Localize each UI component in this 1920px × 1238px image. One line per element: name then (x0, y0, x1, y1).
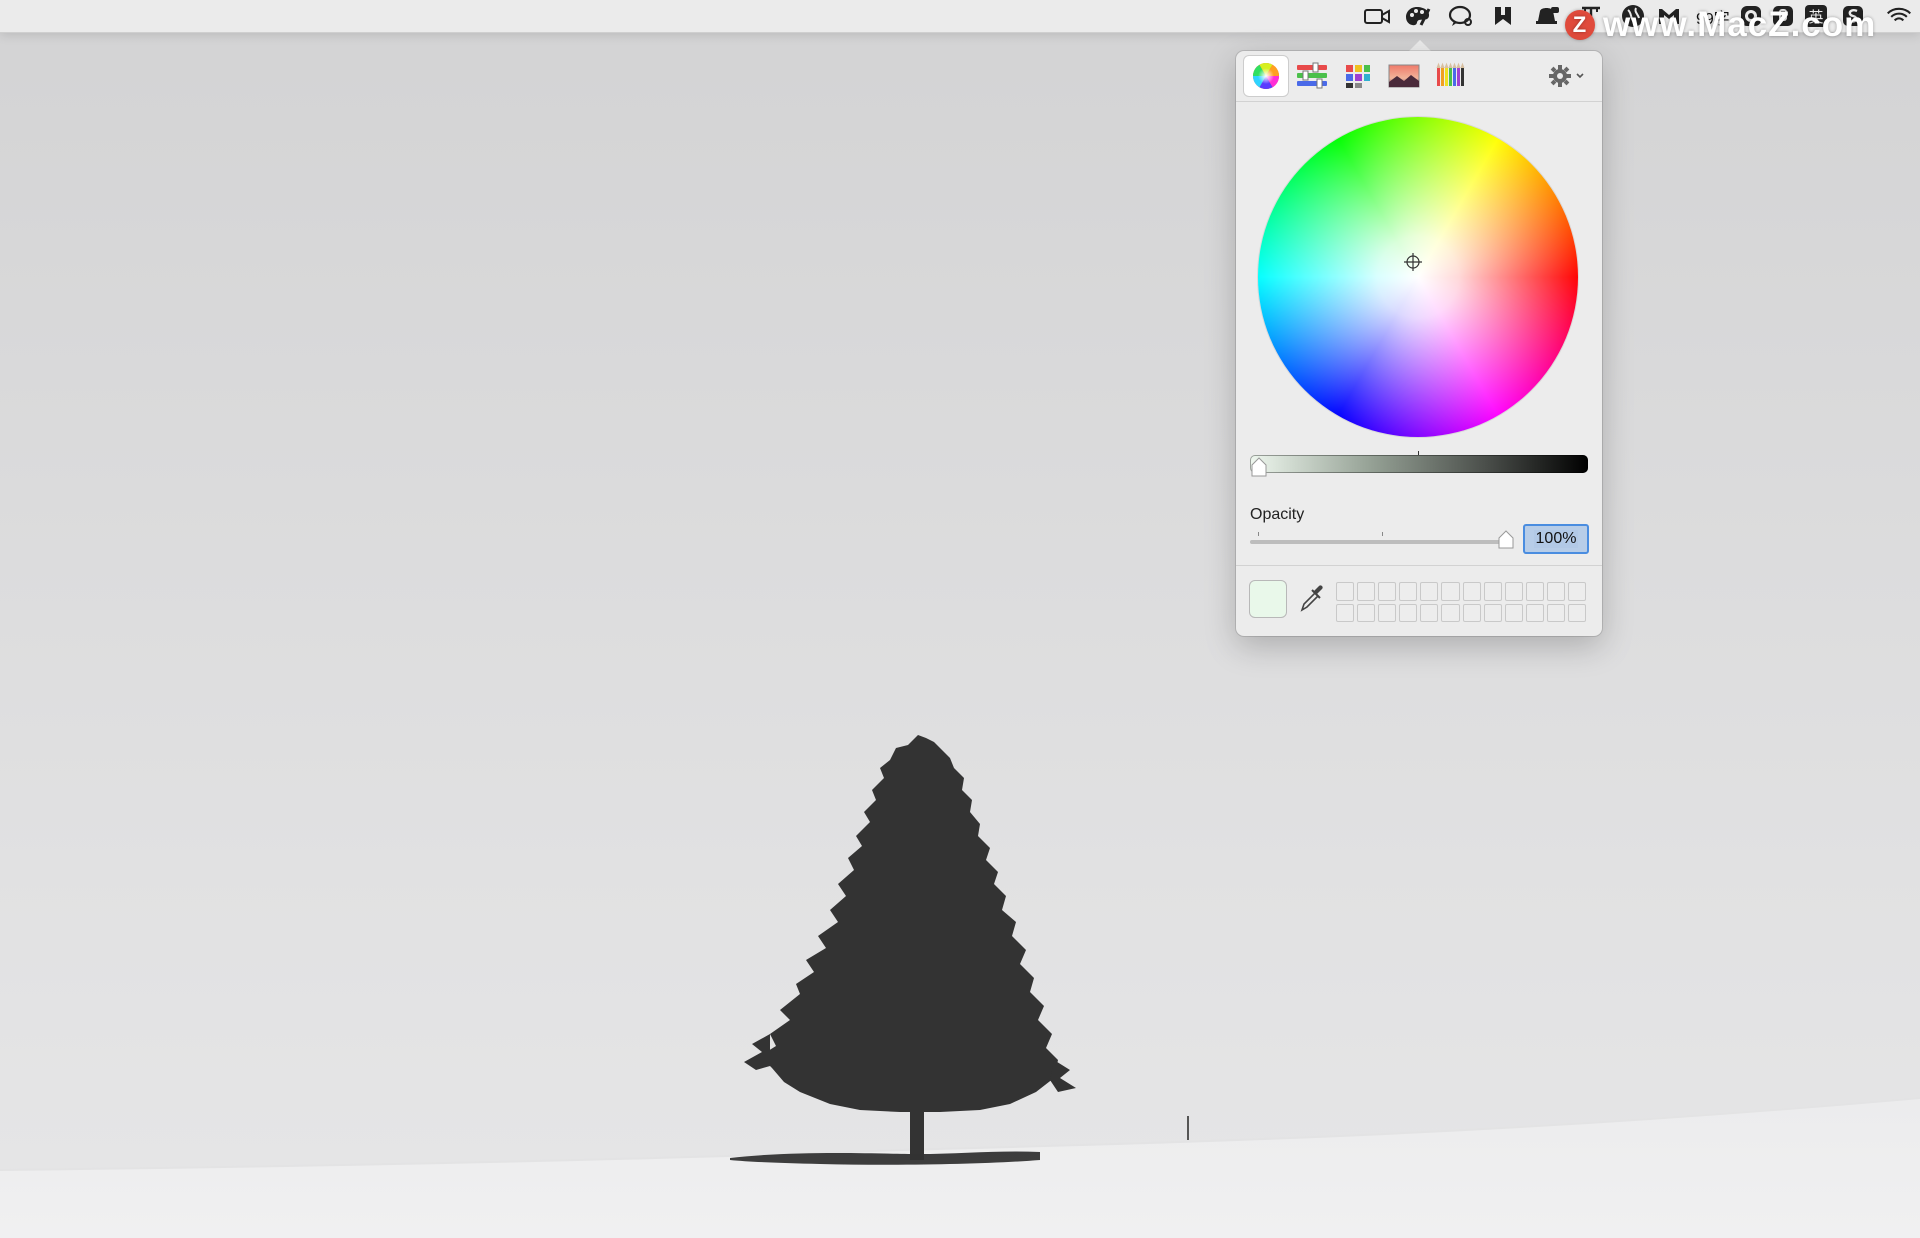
swatch-slot[interactable] (1378, 582, 1397, 601)
bookmark-app-icon[interactable] (1490, 4, 1516, 28)
pencils-mode-button[interactable] (1428, 56, 1472, 96)
color-wheel[interactable] (1258, 117, 1578, 437)
crosshair-icon[interactable] (1403, 252, 1423, 272)
palette-grid-icon (1346, 65, 1370, 88)
color-palette-icon[interactable] (1405, 4, 1431, 28)
slider-tick (1258, 532, 1259, 536)
gear-icon (1549, 65, 1584, 87)
color-sliders-mode-button[interactable] (1290, 56, 1334, 96)
brightness-knob[interactable] (1250, 456, 1268, 478)
color-wheel-icon (1252, 62, 1280, 90)
swatch-slot[interactable] (1504, 582, 1523, 601)
slider-tick (1418, 451, 1419, 455)
color-wheel-saturation (1258, 117, 1578, 437)
opacity-value: 100% (1533, 530, 1579, 548)
saved-swatches (1336, 582, 1586, 622)
swatch-slot[interactable] (1378, 603, 1397, 622)
swatch-slot[interactable] (1441, 582, 1460, 601)
swatch-bar (1236, 565, 1602, 637)
swatch-slot[interactable] (1567, 603, 1586, 622)
swatch-slot[interactable] (1336, 603, 1355, 622)
watermark-text: www.MacZ.com (1603, 5, 1877, 44)
swatch-slot[interactable] (1483, 603, 1502, 622)
sliders-icon (1297, 62, 1327, 89)
settings-gear-button[interactable] (1542, 56, 1594, 96)
swatch-slot[interactable] (1525, 603, 1544, 622)
opacity-label: Opacity (1250, 506, 1305, 523)
chat-bubble-icon[interactable] (1448, 4, 1474, 28)
facetime-camera-icon[interactable] (1364, 4, 1390, 28)
swatch-slot[interactable] (1336, 582, 1355, 601)
snowy-landscape (0, 735, 1920, 1238)
image-palettes-mode-button[interactable] (1382, 56, 1426, 96)
swatch-slot[interactable] (1420, 582, 1439, 601)
opacity-knob[interactable] (1497, 530, 1515, 550)
pine-tree (730, 735, 1076, 1165)
pencils-icon (1436, 62, 1465, 86)
swatch-slot[interactable] (1483, 582, 1502, 601)
watermark: Z www.MacZ.com (1565, 5, 1876, 45)
swatch-slot[interactable] (1357, 603, 1376, 622)
wifi-icon[interactable] (1886, 4, 1912, 28)
swatch-slot[interactable] (1441, 603, 1460, 622)
brightness-slider[interactable] (1250, 451, 1588, 477)
swatch-slot[interactable] (1462, 603, 1481, 622)
opacity-slider[interactable] (1250, 530, 1514, 549)
color-picker-panel: Opacity 100% (1236, 51, 1602, 636)
swatch-slot[interactable] (1420, 603, 1439, 622)
swatch-slot[interactable] (1546, 603, 1565, 622)
swatch-slot[interactable] (1399, 603, 1418, 622)
swatch-slot[interactable] (1546, 582, 1565, 601)
image-icon (1388, 64, 1420, 88)
swatch-slot[interactable] (1567, 582, 1586, 601)
chevron-down-icon (1576, 73, 1584, 79)
swatch-slot[interactable] (1525, 582, 1544, 601)
watermark-logo: Z (1565, 10, 1595, 40)
swatch-slot[interactable] (1504, 603, 1523, 622)
opacity-field[interactable]: 100% (1523, 524, 1589, 554)
swatch-slot[interactable] (1399, 582, 1418, 601)
notification-bell-icon[interactable] (1534, 4, 1560, 28)
slider-tick (1382, 532, 1383, 536)
desktop-wallpaper (0, 0, 1920, 1238)
eyedropper-icon[interactable] (1298, 584, 1326, 614)
swatch-slot[interactable] (1462, 582, 1481, 601)
swatch-slot[interactable] (1357, 582, 1376, 601)
color-mode-toolbar (1236, 51, 1602, 102)
current-color-well[interactable] (1250, 581, 1286, 617)
color-wheel-mode-button[interactable] (1244, 56, 1288, 96)
color-palettes-mode-button[interactable] (1336, 56, 1380, 96)
